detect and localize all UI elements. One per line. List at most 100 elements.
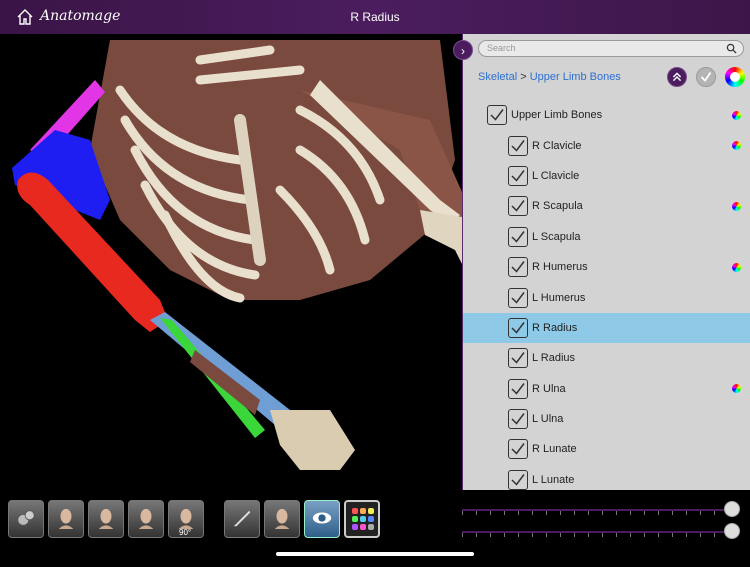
collapse-panel-chevron-icon[interactable]: › <box>453 40 473 60</box>
check-icon <box>511 352 525 364</box>
list-item[interactable]: R Clavicle <box>463 130 750 160</box>
item-label: Upper Limb Bones <box>511 109 603 122</box>
check-icon <box>511 443 525 456</box>
slider-track-top[interactable] <box>462 509 734 515</box>
rotate-angle-label: 90° <box>179 528 192 537</box>
breadcrumb-root-link[interactable]: Skeletal <box>478 71 517 83</box>
item-checkbox[interactable] <box>508 165 528 186</box>
check-icon <box>511 170 525 182</box>
visibility-tool[interactable] <box>304 500 340 538</box>
list-item[interactable]: R Humerus <box>463 252 750 282</box>
expand-up-button[interactable] <box>667 67 687 87</box>
render-mode-tool[interactable] <box>8 500 44 538</box>
item-checkbox[interactable] <box>508 348 528 369</box>
check-icon <box>511 139 525 152</box>
item-checkbox[interactable] <box>508 226 528 247</box>
grid-icon <box>352 508 374 530</box>
color-wheel-icon[interactable] <box>732 110 741 120</box>
breadcrumb-separator: > <box>520 71 527 83</box>
item-checkbox[interactable] <box>487 105 507 126</box>
opacity-sliders <box>462 495 750 545</box>
page-title: R Radius <box>350 10 400 24</box>
rotate-icon <box>175 506 197 530</box>
color-picker-button[interactable] <box>725 67 745 87</box>
item-checkbox[interactable] <box>508 409 528 430</box>
item-label: R Clavicle <box>532 139 582 152</box>
color-wheel-icon <box>730 72 740 82</box>
head-side-icon <box>95 506 117 530</box>
item-label: R Ulna <box>532 382 566 395</box>
item-checkbox[interactable] <box>508 439 528 460</box>
item-label: R Radius <box>532 321 578 334</box>
item-checkbox[interactable] <box>508 469 528 490</box>
item-label: L Scapula <box>532 230 581 243</box>
head-top-icon <box>135 506 157 530</box>
color-wheel-icon[interactable] <box>732 262 741 272</box>
structure-list: Upper Limb Bones R Clavicle L Clavicle R Sc… <box>463 100 750 495</box>
check-icon <box>511 473 525 486</box>
front-view-tool[interactable] <box>48 500 84 538</box>
item-label: R Humerus <box>532 261 588 274</box>
list-item[interactable]: L Radius <box>463 343 750 373</box>
slider-knob-top[interactable] <box>724 501 740 517</box>
item-label: R Scapula <box>532 200 583 213</box>
item-checkbox[interactable] <box>508 196 528 217</box>
item-label: R Lunate <box>532 443 577 456</box>
top-view-tool[interactable] <box>128 500 164 538</box>
item-label: L Lunate <box>532 473 575 486</box>
top-bar: Anatomage R Radius <box>0 0 750 34</box>
list-item[interactable]: L Humerus <box>463 282 750 312</box>
color-wheel-icon[interactable] <box>732 384 741 394</box>
check-icon <box>511 382 525 395</box>
search-placeholder: Search <box>487 43 516 53</box>
question-head-icon <box>271 506 293 530</box>
head-front-icon <box>55 506 77 530</box>
list-item[interactable]: L Ulna <box>463 404 750 434</box>
home-indicator[interactable] <box>276 552 474 556</box>
item-label: L Ulna <box>532 413 564 426</box>
check-icon <box>511 321 525 334</box>
breadcrumb-current[interactable]: Upper Limb Bones <box>530 71 621 83</box>
rotate-90-tool[interactable]: 90° <box>168 500 204 538</box>
search-input[interactable]: Search <box>478 40 744 57</box>
check-icon <box>511 230 525 243</box>
side-view-tool[interactable] <box>88 500 124 538</box>
item-checkbox[interactable] <box>508 257 528 278</box>
slider-track-bottom[interactable] <box>462 531 734 537</box>
item-label: L Radius <box>532 352 576 365</box>
bottom-toolbar: 90° <box>0 500 460 540</box>
list-item[interactable]: R Ulna <box>463 374 750 404</box>
check-icon <box>511 413 525 425</box>
slider-knob-bottom[interactable] <box>724 523 740 539</box>
item-checkbox[interactable] <box>508 378 528 399</box>
item-checkbox[interactable] <box>508 287 528 308</box>
search-icon <box>726 43 737 54</box>
r-hand <box>270 410 355 470</box>
select-all-button[interactable] <box>696 67 716 87</box>
list-item[interactable]: R Scapula <box>463 191 750 221</box>
scalpel-icon <box>231 506 253 530</box>
gear-discs-icon <box>15 506 37 530</box>
scalpel-tool[interactable] <box>224 500 260 538</box>
check-icon <box>700 72 712 83</box>
check-icon <box>490 109 504 121</box>
item-label: L Humerus <box>532 291 586 304</box>
color-wheel-icon[interactable] <box>732 141 741 151</box>
list-item[interactable]: Upper Limb Bones <box>463 100 750 130</box>
item-checkbox[interactable] <box>508 317 528 338</box>
apps-tool[interactable] <box>344 500 380 538</box>
list-item[interactable]: L Scapula <box>463 222 750 252</box>
color-wheel-icon[interactable] <box>732 201 741 211</box>
check-icon <box>511 200 525 213</box>
list-item[interactable]: R Lunate <box>463 434 750 464</box>
item-checkbox[interactable] <box>508 135 528 156</box>
check-icon <box>511 291 525 304</box>
eye-icon <box>311 506 333 530</box>
check-icon <box>511 261 525 273</box>
double-chevron-up-icon <box>672 72 682 82</box>
list-item[interactable]: R Radius <box>463 312 750 344</box>
list-item[interactable]: L Lunate <box>463 465 750 495</box>
list-item[interactable]: L Clavicle <box>463 161 750 191</box>
identify-tool[interactable] <box>264 500 300 538</box>
breadcrumb: Skeletal > Upper Limb Bones <box>478 71 621 83</box>
